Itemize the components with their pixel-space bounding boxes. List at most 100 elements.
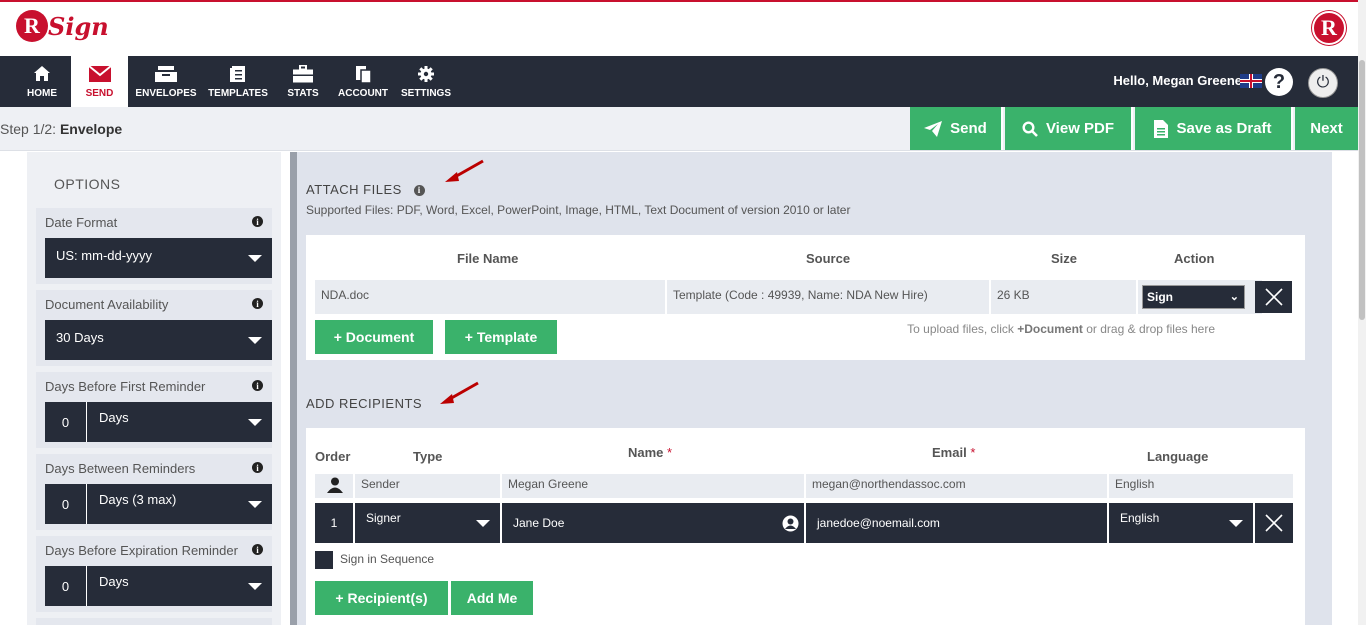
- page-scrollbar[interactable]: [1358, 0, 1366, 625]
- scrollbar-thumb[interactable]: [1359, 60, 1365, 320]
- document-availability-value: 30 Days: [56, 330, 104, 345]
- main-content: ATTACH FILES i Supported Files: PDF, Word…: [297, 152, 1332, 625]
- first-reminder-unit[interactable]: Days: [99, 410, 129, 425]
- add-me-button[interactable]: Add Me: [451, 581, 533, 615]
- first-reminder-field: 0 Days: [45, 402, 272, 442]
- date-format-value: US: mm-dd-yyyy: [56, 248, 153, 263]
- sign-in-sequence-checkbox[interactable]: [315, 551, 333, 569]
- add-document-button[interactable]: + Document: [315, 320, 433, 354]
- info-icon[interactable]: i: [252, 380, 263, 391]
- between-reminders-number[interactable]: 0: [45, 484, 87, 524]
- chevron-down-icon: ⌄: [1229, 291, 1239, 303]
- source-header: Source: [806, 251, 851, 266]
- sender-name-cell: Megan Greene: [502, 474, 804, 498]
- first-reminder-label: Days Before First Reminder: [45, 379, 206, 394]
- next-button[interactable]: Next: [1295, 107, 1358, 150]
- nav-account-label: ACCOUNT: [338, 87, 388, 99]
- home-icon: [34, 65, 50, 81]
- expiration-reminder-unit[interactable]: Days: [99, 574, 129, 589]
- info-icon[interactable]: i: [413, 185, 425, 196]
- nav-send-label: SEND: [85, 87, 114, 99]
- sender-order-cell: [315, 474, 353, 498]
- panel-divider[interactable]: [290, 152, 297, 625]
- signer-type-select[interactable]: Signer: [355, 503, 500, 543]
- required-mark: *: [667, 445, 673, 460]
- send-button[interactable]: Send: [910, 107, 1003, 150]
- nav-stats[interactable]: STATS: [278, 56, 328, 107]
- file-action-value: Sign: [1147, 290, 1173, 304]
- account-icon: [356, 65, 372, 83]
- sender-email-cell: megan@northendassoc.com: [806, 474, 1107, 498]
- add-template-button[interactable]: + Template: [445, 320, 557, 354]
- signer-language-select[interactable]: English: [1109, 503, 1253, 543]
- document-availability-group: Document Availability i 30 Days: [36, 290, 272, 366]
- nav-envelopes[interactable]: ENVELOPES: [133, 56, 199, 107]
- upload-hint-prefix: To upload files, click: [907, 322, 1018, 336]
- logout-button[interactable]: ⏻: [1308, 68, 1338, 98]
- signer-order-cell[interactable]: 1: [315, 503, 353, 543]
- file-name-cell: NDA.doc: [315, 280, 665, 314]
- briefcase-icon: [293, 64, 313, 82]
- type-header: Type: [413, 449, 443, 464]
- caret-down-icon: [248, 583, 262, 590]
- save-draft-button-label: Save as Draft: [1176, 120, 1272, 137]
- between-reminders-label: Days Between Reminders: [45, 461, 196, 476]
- nav-home[interactable]: HOME: [14, 56, 70, 107]
- nav-stats-label: STATS: [287, 87, 319, 99]
- nav-send[interactable]: SEND: [71, 56, 128, 107]
- nav-templates[interactable]: TEMPLATES: [205, 56, 271, 107]
- nav-settings[interactable]: SETTINGS: [399, 56, 453, 107]
- info-icon[interactable]: i: [252, 462, 263, 473]
- file-size-cell: 26 KB: [991, 280, 1136, 314]
- sender-language-cell: English: [1109, 474, 1293, 498]
- first-reminder-group: Days Before First Reminder i 0 Days: [36, 372, 272, 448]
- file-source-cell: Template (Code : 49939, Name: NDA New Hi…: [667, 280, 989, 314]
- inbox-icon: [155, 65, 177, 82]
- attach-files-title: ATTACH FILES i: [306, 182, 425, 197]
- view-pdf-button-label: View PDF: [1045, 120, 1115, 137]
- caret-down-icon: [1229, 520, 1243, 527]
- user-greeting: Hello, Megan Greene: [1113, 73, 1242, 88]
- caret-down-icon: [248, 337, 262, 344]
- between-reminders-unit[interactable]: Days (3 max): [99, 492, 176, 507]
- save-draft-button[interactable]: Save as Draft: [1135, 107, 1293, 150]
- first-reminder-number[interactable]: 0: [45, 402, 87, 442]
- expiration-reminder-field: 0 Days: [45, 566, 272, 606]
- file-action-select[interactable]: Sign ⌄: [1142, 285, 1245, 309]
- email-header-text: Email: [932, 445, 967, 460]
- file-row: NDA.doc Template (Code : 49939, Name: ND…: [315, 280, 1292, 314]
- view-pdf-button[interactable]: View PDF: [1005, 107, 1133, 150]
- nav-account[interactable]: ACCOUNT: [335, 56, 391, 107]
- uk-flag-icon[interactable]: [1240, 74, 1262, 88]
- date-format-select[interactable]: US: mm-dd-yyyy: [45, 238, 272, 278]
- send-button-label: Send: [950, 120, 987, 137]
- expiration-reminder-number[interactable]: 0: [45, 566, 87, 606]
- nav-home-label: HOME: [27, 87, 57, 99]
- templates-icon: [230, 65, 245, 82]
- main-nav: HOME SEND ENVELOPES TEMPLATES STATS ACCO…: [0, 56, 1358, 107]
- signer-email-input[interactable]: janedoe@noemail.com: [806, 503, 1107, 543]
- options-title: OPTIONS: [54, 176, 121, 192]
- logo-text: Sign: [48, 11, 109, 41]
- remove-file-button[interactable]: [1255, 281, 1292, 313]
- file-name-header: File Name: [457, 251, 519, 266]
- signer-name-input[interactable]: Jane Doe: [502, 503, 804, 543]
- info-icon[interactable]: i: [252, 544, 263, 555]
- red-arrow-annotation: [440, 381, 479, 404]
- supported-files-text: Supported Files: PDF, Word, Excel, Power…: [306, 203, 851, 217]
- add-recipients-button[interactable]: + Recipient(s): [315, 581, 448, 615]
- document-availability-select[interactable]: 30 Days: [45, 320, 272, 360]
- nav-envelopes-label: ENVELOPES: [135, 87, 197, 99]
- attach-files-title-text: ATTACH FILES: [306, 182, 402, 197]
- options-panel: OPTIONS Date Format i US: mm-dd-yyyy Doc…: [27, 152, 281, 625]
- contact-lookup-icon[interactable]: [782, 515, 799, 532]
- order-header: Order: [315, 449, 351, 464]
- logo-mark: R: [16, 10, 48, 42]
- name-header: Name *: [628, 445, 672, 460]
- info-icon[interactable]: i: [252, 216, 263, 227]
- remove-recipient-button[interactable]: [1255, 503, 1293, 543]
- email-header: Email *: [932, 445, 975, 460]
- help-button[interactable]: ?: [1265, 68, 1293, 96]
- rsign-logo[interactable]: R Sign: [16, 10, 109, 42]
- info-icon[interactable]: i: [252, 298, 263, 309]
